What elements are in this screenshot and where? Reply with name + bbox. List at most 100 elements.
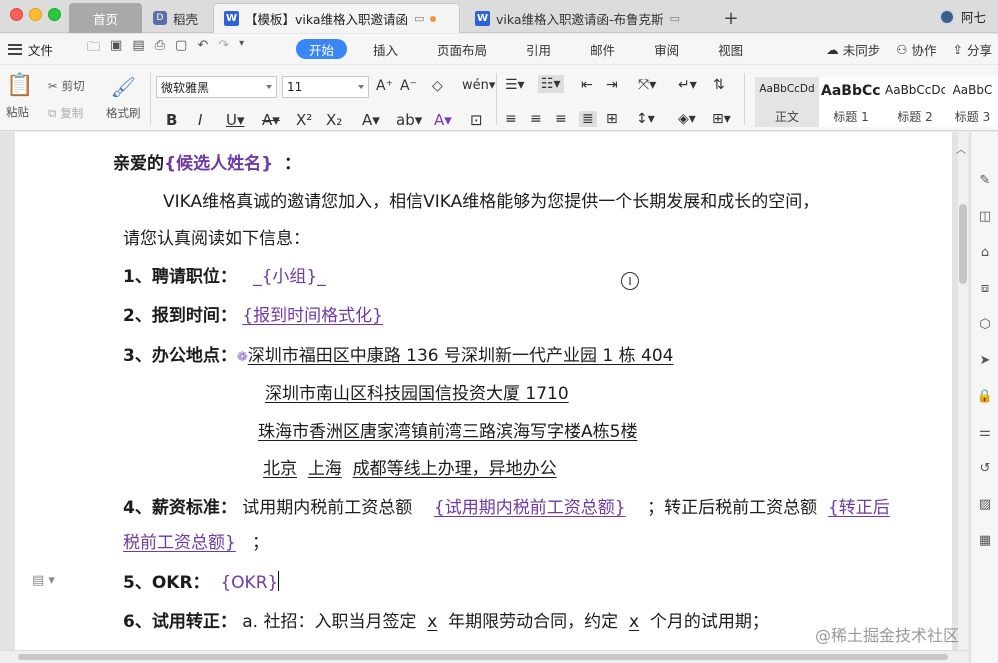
paragraph-menu-icon[interactable]: ▤ ▾: [32, 573, 55, 588]
window-close-button[interactable]: [10, 8, 23, 21]
pointer-icon[interactable]: ➤: [977, 352, 993, 368]
font-color-icon[interactable]: A▾: [434, 111, 452, 129]
undo-icon[interactable]: ↶: [197, 38, 208, 60]
daoke-icon: D: [153, 11, 167, 25]
numbered-list-icon[interactable]: ☷▾: [538, 75, 564, 93]
cloud-icon: ☁: [826, 42, 839, 57]
cut-label: 剪切: [61, 79, 85, 93]
shrink-font-icon[interactable]: A⁻: [400, 78, 417, 94]
salary-probation-text: 试用期内税前工资总额: [242, 498, 413, 518]
paste-icon: 📋: [6, 73, 34, 98]
open-folder-icon[interactable]: 🗀: [87, 38, 100, 60]
style-heading-2[interactable]: AaBbCcDc 标题 2: [883, 77, 947, 127]
italic-icon[interactable]: I: [198, 111, 202, 129]
style-heading-1[interactable]: AaBbCcI 标题 1: [819, 77, 883, 127]
vertical-scroll-thumb[interactable]: [959, 204, 967, 284]
unsaved-dot-icon: [430, 15, 437, 22]
new-tab-button[interactable]: +: [716, 3, 746, 33]
document-page[interactable]: 亲爱的{候选人姓名} ： VIKA维格真诚的邀请您加入，相信VIKA维格能够为您…: [15, 132, 952, 650]
history-icon[interactable]: ↺: [977, 460, 993, 476]
font-size-select[interactable]: 11: [282, 76, 369, 98]
borders-icon[interactable]: ⊞▾: [712, 111, 731, 127]
pen-icon[interactable]: ✎: [977, 172, 993, 188]
item-salary: 4、薪资标准： 试用期内税前工资总额 {试用期内税前工资总额} ；转正后税前工资…: [123, 497, 890, 519]
sort-icon[interactable]: ⇅: [713, 77, 725, 93]
word-doc-icon: W: [224, 11, 239, 26]
shading-icon[interactable]: ◈▾: [678, 111, 696, 127]
phonetic-guide-icon[interactable]: wén▾: [462, 78, 495, 93]
bullet-list-icon[interactable]: ☰▾: [505, 77, 525, 93]
collab-button[interactable]: ⚇ 协作: [896, 40, 936, 59]
decrease-indent-icon[interactable]: ⇤: [581, 77, 593, 93]
tab-insert[interactable]: 插入: [360, 39, 411, 59]
chevron-up-icon[interactable]: ︿: [956, 141, 968, 156]
tab-document-brooks[interactable]: W vika维格入职邀请函-布鲁克斯 ▭: [465, 3, 713, 33]
style-normal[interactable]: AaBbCcDd 正文: [755, 77, 819, 127]
settings-sliders-icon[interactable]: ⚌: [977, 424, 993, 440]
highlight-icon[interactable]: ab▾: [396, 111, 422, 129]
format-painter-button[interactable]: 🖌 格式刷: [106, 75, 141, 121]
share-button[interactable]: ⇪ 分享: [953, 40, 993, 59]
gallery-icon[interactable]: ▦: [977, 532, 993, 548]
tab-daoke[interactable]: D 稻壳: [143, 3, 213, 33]
tab-review[interactable]: 审阅: [641, 39, 692, 59]
file-menu[interactable]: 文件: [0, 40, 53, 59]
window-minimize-button[interactable]: [29, 8, 42, 21]
superscript-icon[interactable]: X²: [296, 111, 312, 129]
print-preview-icon[interactable]: ▢: [175, 38, 187, 60]
scissors-icon: ✂: [48, 79, 58, 93]
lock-icon[interactable]: 🔒: [977, 388, 993, 404]
item-report-time: 2、报到时间： {报到时间格式化}: [123, 305, 383, 327]
image-icon[interactable]: ▨: [977, 496, 993, 512]
copy-button[interactable]: ⧉ 复制: [48, 105, 83, 121]
subscript-icon[interactable]: X₂: [326, 111, 342, 129]
save-icon[interactable]: ▣: [110, 38, 122, 60]
sync-button[interactable]: ☁ 未同步: [826, 40, 880, 59]
text-direction-icon[interactable]: ⤧▾: [638, 77, 656, 93]
tab-mailings[interactable]: 邮件: [577, 39, 628, 59]
tab-document-template[interactable]: W 【模板】vika维格入职邀请函 ▭: [213, 3, 460, 33]
align-center-icon[interactable]: ≡: [530, 111, 542, 127]
greeting-line: 亲爱的{候选人姓名} ：: [113, 153, 301, 175]
tab-start[interactable]: 开始: [296, 39, 348, 59]
tab-home[interactable]: 首页: [69, 3, 142, 33]
export-pdf-icon[interactable]: ▤: [132, 38, 144, 60]
align-right-icon[interactable]: ≡: [555, 111, 567, 127]
line-break-icon[interactable]: ↵▾: [678, 77, 697, 93]
horizontal-scrollbar[interactable]: [0, 650, 968, 663]
window-maximize-button[interactable]: [48, 8, 61, 21]
align-left-icon[interactable]: ≡: [505, 111, 517, 127]
bold-icon[interactable]: B: [166, 111, 177, 129]
chevron-down-icon[interactable]: ▾: [239, 38, 244, 60]
style-icon[interactable]: ⌂: [977, 244, 993, 260]
redo-icon[interactable]: ↷: [218, 38, 229, 60]
cut-button[interactable]: ✂ 剪切: [48, 78, 85, 94]
vertical-scrollbar[interactable]: [958, 132, 968, 650]
underline-icon[interactable]: U▾: [226, 111, 245, 129]
strikethrough-icon[interactable]: A▾: [262, 111, 280, 129]
line-spacing-icon[interactable]: ↕▾: [636, 111, 655, 127]
horizontal-scroll-thumb[interactable]: [18, 654, 948, 660]
shapes-icon[interactable]: ◫: [977, 208, 993, 224]
clear-format-icon[interactable]: ◇: [432, 78, 443, 94]
cube-icon[interactable]: ⬡: [977, 316, 993, 332]
share-label: 分享: [966, 43, 992, 58]
tab-view[interactable]: 视图: [705, 39, 756, 59]
tab-daoke-label: 稻壳: [173, 11, 199, 27]
char-border-icon[interactable]: ⊡: [470, 111, 483, 129]
style-label: 标题 3: [954, 110, 991, 124]
font-name-select[interactable]: 微软雅黑: [156, 76, 277, 98]
justify-icon[interactable]: ≣: [579, 111, 597, 127]
user-account[interactable]: 阿七: [938, 7, 986, 26]
distributed-icon[interactable]: ⊞: [606, 111, 618, 127]
tab-references[interactable]: 引用: [513, 39, 564, 59]
puzzle-icon[interactable]: ⧈: [977, 280, 993, 296]
print-icon[interactable]: ⎙: [155, 38, 165, 60]
paste-button[interactable]: 📋 粘贴: [6, 73, 33, 120]
style-heading-3[interactable]: AaBbC 标题 3: [947, 77, 998, 127]
tab-page-layout[interactable]: 页面布局: [424, 39, 500, 59]
increase-indent-icon[interactable]: ⇥: [606, 77, 618, 93]
grow-font-icon[interactable]: A⁺: [376, 78, 393, 94]
candidate-name-field: {候选人姓名}: [164, 154, 274, 174]
text-effect-icon[interactable]: A▾: [362, 111, 380, 129]
